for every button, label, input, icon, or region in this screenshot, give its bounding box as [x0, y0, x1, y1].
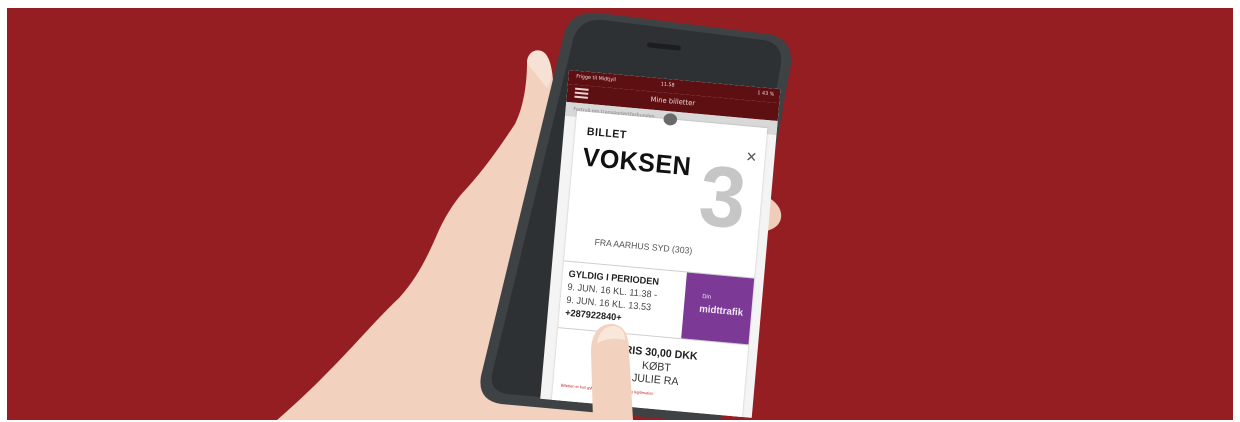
ticket-origin: FRA AARHUS SYD (303): [594, 237, 693, 256]
ticket-label: BILLET: [586, 125, 628, 142]
status-carrier: Frigge til Midtjyll: [575, 73, 617, 84]
app-title: Mine billetter: [650, 95, 696, 108]
hamburger-menu-icon[interactable]: [574, 87, 589, 100]
midttrafik-logo: Din midttrafik: [681, 272, 755, 345]
status-battery: 1 43 %: [757, 90, 775, 98]
logo-text: midttrafik: [698, 303, 744, 319]
ticket-type: VOKSEN: [581, 141, 693, 182]
ticket-card[interactable]: ✕ BILLET VOKSEN 3 FRA AARHUS SYD (303) G…: [550, 110, 768, 418]
logo-small-text: Din: [701, 293, 712, 301]
photo-scene: Frigge til Midtjyll 11.58 1 43 % Mine bi…: [7, 8, 1233, 420]
status-time: 11.58: [660, 81, 675, 89]
phone-screen: Frigge til Midtjyll 11.58 1 43 % Mine bi…: [540, 70, 781, 418]
validity-box: GYLDIG I PERIODEN 9. JUN. 16 KL. 11.38 -…: [558, 260, 755, 346]
validity-text: GYLDIG I PERIODEN 9. JUN. 16 KL. 11.38 -…: [565, 268, 683, 330]
zone-number: 3: [695, 147, 750, 248]
camera-notch: [663, 112, 678, 126]
